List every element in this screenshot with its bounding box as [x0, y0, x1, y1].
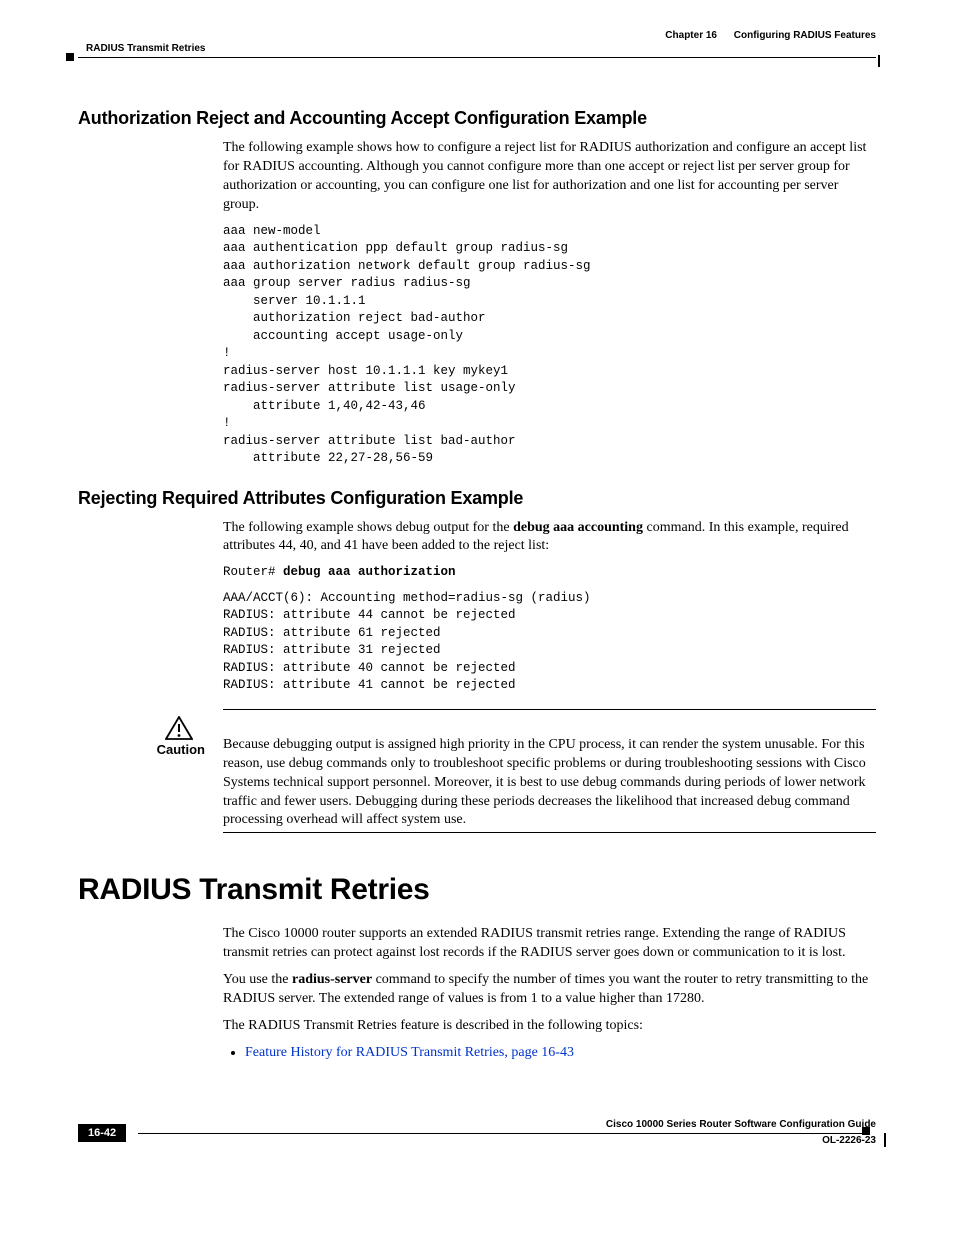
sec1-intro: The following example shows how to confi…	[223, 139, 876, 215]
list-item: Feature History for RADIUS Transmit Retr…	[245, 1044, 876, 1063]
heading-radius-transmit: RADIUS Transmit Retries	[78, 873, 876, 907]
doc-id: OL-2226-23	[822, 1135, 876, 1146]
caution-label: Caution	[78, 742, 205, 757]
caution-icon	[165, 716, 193, 740]
debug-command: debug aaa authorization	[283, 565, 456, 579]
sec3-p1: The Cisco 10000 router supports an exten…	[223, 925, 876, 963]
caution-rule-bottom	[223, 832, 876, 833]
footer-rule	[138, 1133, 866, 1134]
sec3-p2-pre: You use the	[223, 972, 292, 987]
sec2-intro: The following example shows debug output…	[223, 519, 876, 557]
footer-guide-title: Cisco 10000 Series Router Software Confi…	[606, 1119, 876, 1130]
sec3-p2-bold: radius-server	[292, 972, 372, 987]
page: Chapter 16 Configuring RADIUS Features R…	[0, 0, 954, 1164]
caution-text: Because debugging output is assigned hig…	[223, 716, 876, 830]
sec3-p2: You use the radius-server command to spe…	[223, 971, 876, 1009]
sec2-cmd: Router# debug aaa authorization	[223, 564, 876, 582]
header-rule	[78, 57, 876, 58]
caution-rule-top	[223, 709, 876, 710]
caution-block: Caution Because debugging output is assi…	[78, 709, 876, 833]
feature-history-link[interactable]: Feature History for RADIUS Transmit Retr…	[245, 1045, 574, 1060]
footer: Cisco 10000 Series Router Software Confi…	[78, 1133, 876, 1134]
sec2-output: AAA/ACCT(6): Accounting method=radius-sg…	[223, 590, 876, 695]
sec2-intro-bold: debug aaa accounting	[513, 520, 643, 535]
chapter-title: Configuring RADIUS Features	[734, 30, 876, 41]
router-prompt: Router#	[223, 565, 283, 579]
page-number-badge: 16-42	[78, 1124, 126, 1142]
heading-auth-reject: Authorization Reject and Accounting Acce…	[78, 108, 876, 129]
sec2-intro-pre: The following example shows debug output…	[223, 520, 513, 535]
sec1-code: aaa new-model aaa authentication ppp def…	[223, 223, 876, 468]
chapter-number: Chapter 16	[665, 30, 717, 41]
heading-rejecting-required: Rejecting Required Attributes Configurat…	[78, 488, 876, 509]
topic-list: Feature History for RADIUS Transmit Retr…	[223, 1044, 876, 1063]
sec3-p3: The RADIUS Transmit Retries feature is d…	[223, 1017, 876, 1036]
running-header: Chapter 16 Configuring RADIUS Features	[78, 30, 876, 41]
section-label: RADIUS Transmit Retries	[86, 43, 876, 54]
